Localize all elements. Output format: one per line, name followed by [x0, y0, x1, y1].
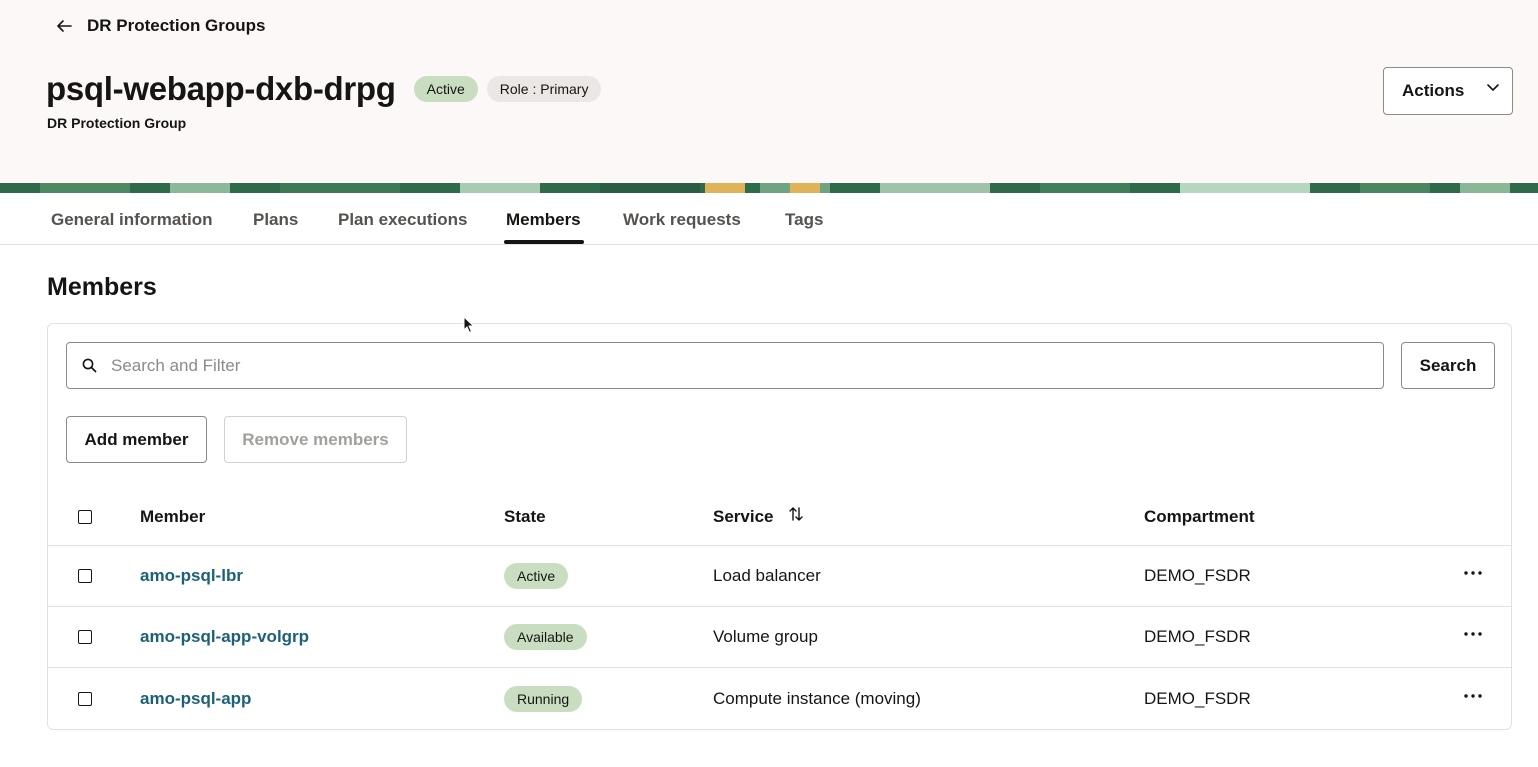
tab-bar: General information Plans Plan execution… — [0, 193, 1538, 245]
search-icon — [82, 358, 97, 373]
tab-tags[interactable]: Tags — [785, 210, 823, 230]
state-badge: Available — [504, 624, 587, 650]
state-cell: Available — [504, 607, 587, 667]
column-header-member: Member — [140, 507, 206, 526]
tab-plan-executions[interactable]: Plan executions — [338, 210, 467, 230]
row-checkbox[interactable] — [78, 569, 92, 583]
decorative-banner — [0, 183, 1538, 193]
column-header-compartment: Compartment — [1144, 507, 1255, 526]
more-options-icon[interactable] — [1462, 691, 1484, 701]
state-badge: Active — [504, 563, 569, 589]
more-options-cell — [1462, 668, 1484, 729]
column-header-state: State — [504, 507, 546, 526]
more-options-icon[interactable] — [1462, 568, 1484, 578]
back-link-label: DR Protection Groups — [87, 16, 266, 35]
select-all-cell — [78, 489, 92, 545]
column-header-service: Service — [713, 489, 804, 545]
title-row: psql-webapp-dxb-drpg Active Role : Prima… — [46, 70, 602, 108]
member-cell: amo-psql-app-volgrp — [140, 607, 309, 667]
select-all-checkbox[interactable] — [78, 510, 92, 524]
more-options-cell — [1462, 607, 1484, 667]
table-header-row: Member State Service Compartment — [48, 489, 1511, 546]
tab-work-requests[interactable]: Work requests — [623, 210, 741, 230]
mouse-cursor-icon — [463, 316, 475, 334]
compartment-cell: DEMO_FSDR — [1144, 627, 1251, 646]
remove-members-button[interactable]: Remove members — [224, 416, 407, 463]
member-link[interactable]: amo-psql-app-volgrp — [140, 627, 309, 647]
state-cell: Running — [504, 668, 583, 729]
back-arrow-icon — [57, 20, 72, 32]
table-row: amo-psql-lbr Active Load balancer DEMO_F… — [48, 546, 1511, 607]
search-field[interactable] — [66, 342, 1384, 389]
compartment-cell: DEMO_FSDR — [1144, 688, 1251, 708]
state-cell: Active — [504, 546, 569, 606]
column-header-service-label: Service — [713, 507, 774, 526]
role-badge: Role : Primary — [486, 76, 602, 102]
service-cell: Compute instance (moving) — [713, 688, 921, 708]
member-link[interactable]: amo-psql-lbr — [140, 566, 243, 586]
service-cell: Load balancer — [713, 566, 821, 585]
row-select-cell — [78, 546, 92, 606]
section-title: Members — [47, 273, 157, 301]
status-badge: Active — [413, 76, 478, 102]
service-cell: Volume group — [713, 627, 818, 646]
state-badge: Running — [504, 685, 583, 712]
actions-button[interactable]: Actions — [1383, 67, 1513, 115]
table-row: amo-psql-app Running Compute instance (m… — [48, 668, 1511, 729]
page-subtitle: DR Protection Group — [47, 115, 187, 131]
page-header: DR Protection Groups psql-webapp-dxb-drp… — [0, 0, 1538, 183]
chevron-down-icon — [1487, 84, 1500, 91]
more-options-cell — [1462, 546, 1484, 606]
add-member-button[interactable]: Add member — [66, 416, 207, 463]
actions-button-label: Actions — [1402, 81, 1465, 100]
search-input[interactable] — [111, 355, 1311, 376]
tab-plans[interactable]: Plans — [253, 210, 298, 230]
active-tab-indicator — [504, 240, 584, 244]
member-link[interactable]: amo-psql-app — [140, 689, 251, 709]
members-table: Member State Service Compartment amo-psq… — [48, 489, 1511, 729]
compartment-cell: DEMO_FSDR — [1144, 566, 1251, 585]
tab-general-information[interactable]: General information — [51, 210, 213, 230]
row-checkbox[interactable] — [78, 691, 92, 706]
page-title: psql-webapp-dxb-drpg — [46, 70, 396, 107]
member-cell: amo-psql-lbr — [140, 546, 243, 606]
search-button[interactable]: Search — [1401, 342, 1495, 389]
row-select-cell — [78, 607, 92, 667]
more-options-icon[interactable] — [1462, 629, 1484, 639]
table-row: amo-psql-app-volgrp Available Volume gro… — [48, 607, 1511, 668]
tab-members[interactable]: Members — [506, 210, 581, 230]
row-checkbox[interactable] — [78, 630, 92, 644]
members-panel: Search Add member Remove members Member … — [47, 323, 1512, 730]
back-link[interactable]: DR Protection Groups — [55, 16, 266, 36]
member-cell: amo-psql-app — [140, 668, 251, 729]
sort-icon[interactable] — [788, 505, 804, 523]
row-select-cell — [78, 668, 92, 729]
